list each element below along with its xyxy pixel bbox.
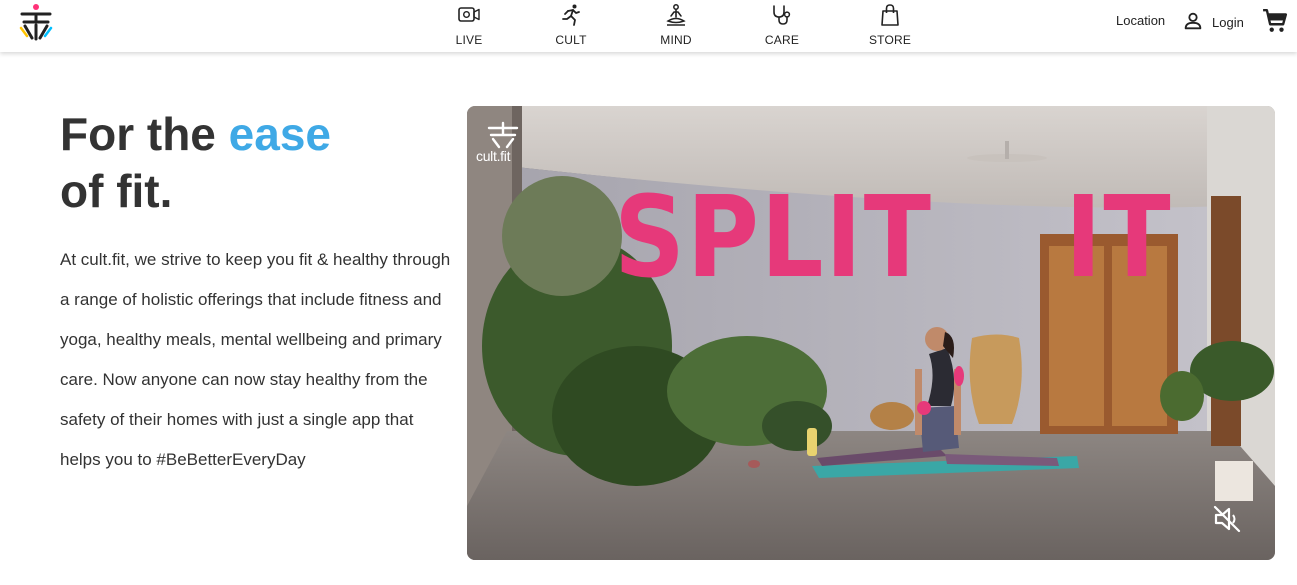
login-label: Login <box>1212 14 1244 30</box>
nav-store-label: STORE <box>868 33 912 47</box>
hero-headline: For the ease of fit. <box>60 106 460 220</box>
nav-live[interactable]: LIVE <box>434 2 504 48</box>
nav-live-label: LIVE <box>455 33 483 47</box>
headline-part1: For the <box>60 108 229 160</box>
nav-cult-label: CULT <box>555 33 587 47</box>
nav-mind-label: MIND <box>660 33 692 47</box>
headline-part2: of fit. <box>60 165 173 217</box>
video-overlay-word2: IT <box>1065 173 1173 303</box>
nav-care[interactable]: CARE <box>747 2 817 48</box>
cultfit-logo-icon[interactable] <box>16 2 56 42</box>
video-overlay-word1: SPLIT <box>614 173 933 303</box>
nav-mind[interactable]: MIND <box>641 2 711 48</box>
top-navbar: LIVE CULT MIND CARE STORE Location Login <box>0 0 1297 52</box>
stethoscope-icon <box>773 5 791 25</box>
nav-store[interactable]: STORE <box>855 2 925 48</box>
hero-video[interactable]: cult.fit SPLIT IT <box>467 106 1275 560</box>
login-button[interactable]: Login <box>1182 8 1244 34</box>
video-watermark-text: cult.fit <box>476 148 511 164</box>
shopping-bag-icon <box>881 4 899 26</box>
user-icon <box>1184 12 1202 30</box>
hero-description: At cult.fit, we strive to keep you fit &… <box>60 250 451 469</box>
location-link[interactable]: Location <box>1116 13 1165 28</box>
meditation-icon <box>666 4 686 26</box>
cart-icon[interactable] <box>1262 8 1288 34</box>
video-camera-icon <box>458 7 480 22</box>
running-person-icon <box>562 4 580 26</box>
speaker-muted-icon[interactable] <box>1211 503 1243 535</box>
nav-care-label: CARE <box>764 33 800 47</box>
headline-accent: ease <box>228 108 332 160</box>
nav-cult[interactable]: CULT <box>536 2 606 48</box>
